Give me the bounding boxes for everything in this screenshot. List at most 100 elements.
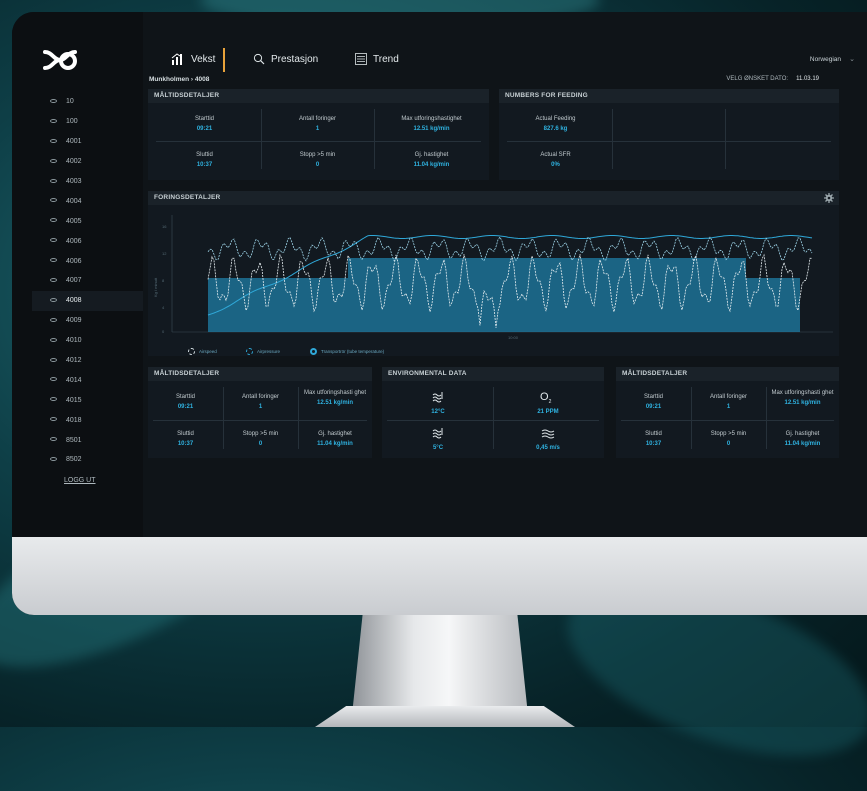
current-speed: 0,45 m/s [536,445,560,451]
divider [621,420,834,421]
value: 0 [258,441,263,447]
sidebar-item-label: 4015 [66,396,82,404]
sidebar-item-4005[interactable]: 4005 [32,211,152,231]
panel-title: NUMBERS FOR FEEDING [499,89,839,103]
max-feed-rate: Max utforingshasti ghet 12.51 kg/min [298,390,372,406]
deep-water-temperature-icon [432,428,443,439]
fish-icon [50,417,57,422]
divider [153,420,367,421]
logout-link[interactable]: LOGG UT [64,477,96,484]
y-tick: 16 [162,224,167,229]
legend-label: Airspeed [199,349,217,354]
legend-airpressure[interactable]: Airpressure [246,348,280,355]
y-axis-label: Kg / minutt [153,277,158,297]
sidebar-item-label: 100 [66,118,78,126]
sidebar-item-label: 4012 [66,357,82,365]
value: 12.51 kg/min [413,126,450,132]
fish-icon [50,457,57,462]
sidebar-item-4001[interactable]: 4001 [32,132,152,152]
monitor-stand [352,615,528,715]
oxygen-icon: O2 [540,391,552,406]
gear-icon[interactable] [824,193,834,203]
fish-icon [50,297,57,302]
tab-label: Trend [373,53,399,65]
average-rate: Gj. hastighet 11.04 kg/min [374,152,489,168]
sidebar-item-4006[interactable]: 4006 [32,251,152,271]
label: Starttid [194,116,214,122]
search-icon [253,53,265,65]
sidebar-item-8501[interactable]: 8501 [32,430,152,450]
sidebar-item-4004[interactable]: 4004 [32,191,152,211]
chevron-down-icon[interactable]: ⌄ [849,55,855,63]
main-content: Vekst Prestasjon Trend Norwegian ⌄ Munkh… [143,12,867,537]
panel-title: MÅLTIDSDETALJER [616,367,839,381]
fish-icon [50,397,57,402]
label: Actual Feeding [535,116,576,122]
sidebar-item-label: 4007 [66,277,82,285]
legend-airspeed[interactable]: Airspeed [188,348,217,355]
meal-details-panel: MÅLTIDSDETALJER Starttid 09:21 Antall for… [148,89,489,180]
sidebar-item-4018[interactable]: 4018 [32,410,152,430]
divider [725,109,726,169]
oxygen-level: 21 PPM [537,409,559,415]
legend-tube-temperature[interactable]: Transportrör (tube temperature) [310,348,384,355]
value: 09:21 [645,404,662,410]
environmental-panel: ENVIRONMENTAL DATA 12°C O2 21 PPM 5°C 0,… [382,367,604,458]
active-tab-marker [223,48,225,72]
water-current-icon [541,429,555,439]
sidebar-item-4012[interactable]: 4012 [32,351,152,371]
label: Sluttid [177,431,194,437]
sidebar-item-label: 4005 [66,217,82,225]
tab-trend[interactable]: Trend [355,53,399,65]
language-select[interactable]: Norwegian [810,56,841,63]
monitor-chin [12,537,867,615]
legend-swatch [188,348,195,355]
feeding-numbers-panel: NUMBERS FOR FEEDING Actual Feeding 827.6 … [499,89,839,180]
value: 1 [315,126,320,132]
value: 0 [315,162,320,168]
x-tick: 10:00 [508,335,519,340]
stops: Stopp >5 min 0 [261,152,374,168]
fish-icon [50,377,57,382]
tab-label: Prestasjon [271,53,319,65]
tab-vekst[interactable]: Vekst [171,53,215,65]
panel-title: FORINGSDETALJER [148,191,839,205]
end-time: Sluttid 10:37 [148,152,261,168]
sidebar-item-4015[interactable]: 4015 [32,390,152,410]
fish-icon [50,357,57,362]
sidebar-item-4003[interactable]: 4003 [32,172,152,192]
legend-label: Transportrör (tube temperature) [321,349,385,354]
label: Max utforingshasti ghet [303,390,367,396]
sidebar-item-label: 4006 [66,237,82,245]
fish-icon [50,178,57,183]
divider [156,141,481,142]
date-picker[interactable]: VELG ØNSKET DATO: 11.03.19 [726,76,819,82]
sidebar-item-label: 4002 [66,158,82,166]
sidebar-item-8502[interactable]: 8502 [32,450,152,470]
sidebar-item-4007[interactable]: 4007 [32,271,152,291]
fish-icon [50,99,57,103]
fish-icon [50,238,57,243]
sidebar-item-label: 4018 [66,416,82,424]
label: Starttid [643,394,663,400]
value: 0% [551,162,560,168]
sidebar-item-4014[interactable]: 4014 [32,370,152,390]
max-feed-rate: Max utforingshasti ghet 12.51 kg/min [766,390,839,406]
panel-title: MÅLTIDSDETALJER [148,367,372,381]
sidebar-item-10[interactable]: 10 [32,92,152,112]
stops: Stopp >5 min 0 [223,431,298,447]
sidebar-item-4009[interactable]: 4009 [32,311,152,331]
feeding-chart: 16 12 8 4 0 Kg / minutt 10:00 [153,215,833,340]
value: 1 [726,404,731,410]
sidebar-item-label: 8502 [66,456,82,464]
value: 09:21 [196,126,213,132]
sidebar-item-4010[interactable]: 4010 [32,331,152,351]
sidebar-item-4008[interactable]: 4008 [32,290,152,311]
average-rate: Gj. hastighet 11.04 kg/min [766,431,839,447]
date-value[interactable]: 11.03.19 [796,76,819,82]
value: 12.51 kg/min [784,400,821,406]
tab-prestasjon[interactable]: Prestasjon [253,53,318,65]
sidebar-item-4002[interactable]: 4002 [32,152,152,172]
sidebar-item-4006[interactable]: 4006 [32,231,152,251]
sidebar-item-100[interactable]: 100 [32,112,152,132]
